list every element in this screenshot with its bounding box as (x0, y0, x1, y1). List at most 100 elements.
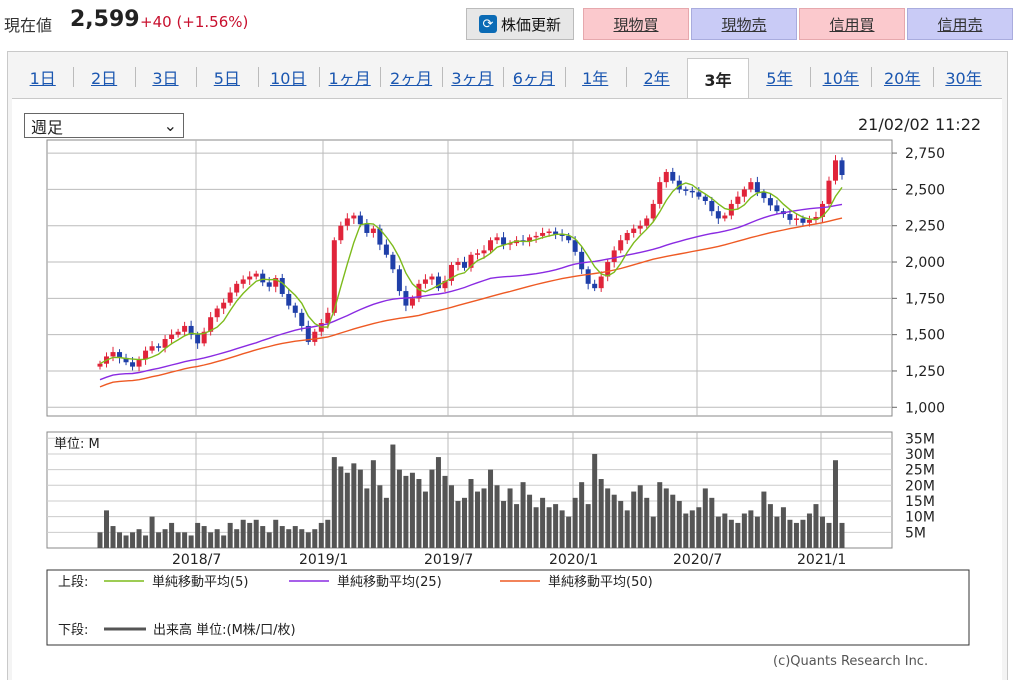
volume-bar (396, 469, 402, 548)
volume-bar (683, 513, 689, 548)
candle-body (592, 283, 598, 289)
candle-body (533, 235, 539, 238)
candle-body (364, 224, 370, 233)
candle-body (683, 189, 689, 191)
volume-bar (735, 522, 741, 548)
candle-body (266, 282, 272, 287)
volume-bar (715, 516, 721, 548)
volume-bar (780, 507, 786, 548)
candle-body (97, 363, 103, 367)
volume-bar (611, 494, 617, 548)
volume-bar (403, 475, 409, 548)
volume-bar (702, 488, 708, 548)
volume-bar (520, 482, 526, 548)
candle-body (637, 225, 643, 229)
price-plot-frame (46, 139, 893, 417)
volume-bar (663, 488, 669, 548)
price-y-tick-label: 1,750 (905, 291, 945, 307)
candle-body (175, 331, 181, 335)
volume-bar (813, 504, 819, 548)
candle-body (344, 218, 350, 226)
candle-body (357, 215, 363, 225)
candle-body (787, 214, 793, 220)
volume-bar (312, 529, 318, 548)
candle-body (696, 192, 702, 197)
candle-body (715, 211, 721, 219)
volume-bar (832, 460, 838, 548)
candle-body (156, 346, 162, 348)
legend-label: 単純移動平均(5) (152, 574, 248, 590)
volume-bar (344, 472, 350, 548)
candle-body (110, 352, 116, 357)
stock-chart: 2,750 2,500 2,250 2,000 1,750 1,500 1,250 1,000… (46, 139, 970, 646)
volume-bar (273, 519, 279, 548)
candle-body (501, 237, 507, 245)
volume-bar (787, 519, 793, 548)
volume-bar (123, 535, 129, 548)
volume-bar (234, 529, 240, 548)
volume-bar (826, 522, 832, 548)
candle-body (279, 278, 285, 294)
volume-bar (286, 529, 292, 548)
volume-bar (468, 479, 474, 548)
candle-body (422, 279, 428, 284)
candle-body (774, 205, 780, 212)
volume-bar (435, 457, 441, 548)
candle-body (214, 308, 220, 318)
volume-bar (305, 532, 311, 548)
x-tick-label: 2020/1 (549, 552, 598, 568)
volume-bar (540, 497, 546, 548)
volume-bar (793, 522, 799, 548)
candle-body (409, 298, 415, 306)
volume-bar (650, 516, 656, 548)
volume-bar (800, 519, 806, 548)
candle-body (149, 346, 155, 351)
candle-body (832, 160, 838, 181)
volume-bar (761, 491, 767, 548)
copyright: (c)Quants Research Inc. (773, 654, 929, 669)
x-tick-label: 2020/7 (673, 552, 722, 568)
volume-unit-label: 単位: M (54, 436, 100, 452)
volume-bar (136, 529, 142, 548)
legend-lower-title: 下段: (58, 623, 88, 638)
volume-bar (156, 532, 162, 548)
candle-body (195, 334, 201, 344)
legend-label: 単純移動平均(50) (548, 574, 653, 590)
candle-body (702, 196, 708, 202)
volume-bar (390, 444, 396, 548)
volume-bar (839, 522, 845, 548)
volume-bar (488, 469, 494, 548)
price-y-tick-label: 2,500 (905, 182, 945, 198)
volume-y-tick-label: 15M (905, 494, 935, 510)
volume-bar (409, 472, 415, 548)
volume-bar (442, 475, 448, 548)
candle-body (130, 362, 136, 367)
candle-body (657, 182, 663, 204)
candle-body (169, 334, 175, 340)
x-tick-label: 2018/7 (172, 552, 221, 568)
volume-bar (117, 532, 123, 548)
candle-body (546, 231, 552, 234)
candle-body (793, 218, 799, 220)
volume-bar (461, 497, 467, 548)
candle-body (722, 215, 728, 219)
x-tick-label: 2019/1 (299, 552, 348, 568)
volume-y-tick-label: 25M (905, 463, 935, 479)
candle-body (481, 250, 487, 254)
volume-bar (579, 482, 585, 548)
legend-label: 単純移動平均(25) (337, 574, 442, 590)
volume-bar (728, 519, 734, 548)
volume-y-tick-label: 30M (905, 447, 935, 463)
legend-label: 出来高 単位:(M株/口/枚) (153, 622, 296, 638)
candle-body (624, 232, 630, 241)
volume-bar (169, 522, 175, 548)
volume-bar (598, 479, 604, 548)
volume-bar (247, 522, 253, 548)
volume-bar (253, 519, 259, 548)
candle-body (572, 240, 578, 252)
price-y-tick-label: 2,000 (905, 255, 945, 271)
volume-bar (572, 497, 578, 548)
candle-body (754, 182, 760, 193)
candle-body (618, 240, 624, 251)
volume-bar (221, 535, 227, 548)
